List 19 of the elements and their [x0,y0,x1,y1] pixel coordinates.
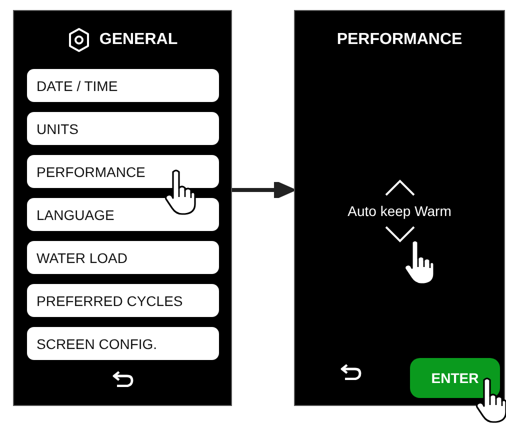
arrow-icon [232,182,294,198]
menu-item[interactable]: LANGUAGE [26,198,218,231]
menu-item[interactable]: PERFORMANCE [26,155,218,188]
menu-item[interactable]: DATE / TIME [26,69,218,102]
menu-item[interactable]: SCREEN CONFIG. [26,327,218,360]
menu-item[interactable]: UNITS [26,112,218,145]
hand-pointer-icon [403,239,435,285]
chevron-down-icon[interactable] [384,225,416,243]
hand-pointer-icon [164,169,196,215]
enter-button[interactable]: ENTER [410,358,500,398]
back-icon[interactable] [340,364,362,380]
menu-item[interactable]: WATER LOAD [26,241,218,274]
settings-icon [67,27,92,53]
screen-title: PERFORMANCE [336,31,462,49]
screen-title: GENERAL [99,31,178,49]
chevron-up-icon[interactable] [384,179,416,197]
menu-item[interactable]: PREFERRED CYCLES [26,284,218,317]
back-icon[interactable] [112,371,134,387]
option-label: Auto keep Warm [348,203,452,219]
